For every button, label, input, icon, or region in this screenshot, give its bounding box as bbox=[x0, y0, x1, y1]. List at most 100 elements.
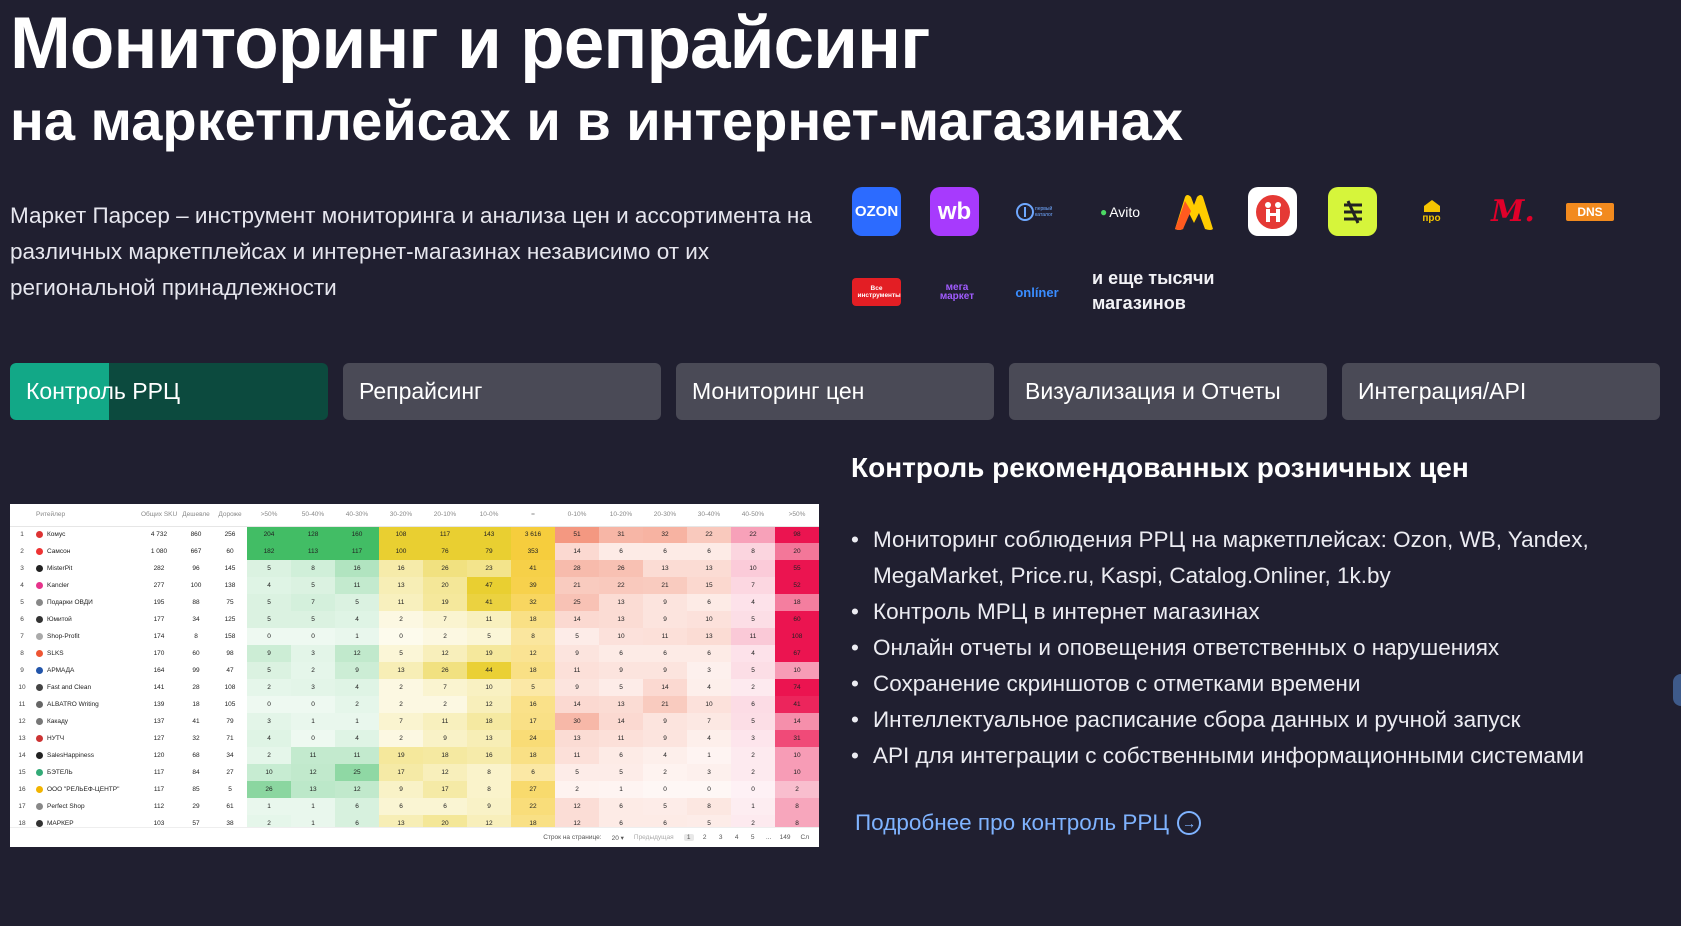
tab-repricing[interactable]: Репрайсинг bbox=[343, 363, 661, 420]
retailer-logo-icon bbox=[36, 531, 43, 539]
table-cell: 128 bbox=[291, 526, 335, 543]
rows-per-page-label: Строк на странице: bbox=[543, 834, 602, 841]
table-cell: 9 bbox=[247, 645, 291, 662]
table-row: 3 MisterPit 282 96 145 5 8 16 16 26 23 41 28 26 13 13 10… bbox=[10, 560, 819, 577]
table-cell: 61 bbox=[226, 803, 234, 810]
table-cell: 11 bbox=[291, 747, 335, 764]
table-cell: 1 bbox=[731, 798, 775, 815]
hero-title: Мониторинг и репрайсинг bbox=[10, 3, 930, 84]
table-cell: 17 bbox=[423, 781, 467, 798]
table-cell: 76 bbox=[423, 543, 467, 560]
table-cell: 13 bbox=[599, 696, 643, 713]
table-cell: 47 bbox=[226, 667, 234, 674]
table-cell: 5 bbox=[379, 645, 423, 662]
table-header-cell: 30-40% bbox=[687, 504, 731, 527]
retailer-logo-icon bbox=[36, 632, 43, 640]
table-cell: 25 bbox=[335, 764, 379, 781]
table-cell: 9 bbox=[643, 730, 687, 747]
table-cell: 85 bbox=[192, 786, 200, 793]
tab-rrc-control[interactable]: Контроль РРЦ bbox=[10, 363, 328, 420]
table-cell: 2 bbox=[379, 730, 423, 747]
table-row: 13 НУТЧ 127 32 71 4 0 4 2 9 13 24 13 11 9 4 3 31 bbox=[10, 730, 819, 747]
table-cell: 14 bbox=[555, 543, 599, 560]
scroll-to-top-button[interactable] bbox=[1673, 674, 1681, 706]
table-cell: 29 bbox=[192, 803, 200, 810]
tab-visualization-reports[interactable]: Визуализация и Отчеты bbox=[1009, 363, 1327, 420]
table-cell: 5 bbox=[555, 628, 599, 645]
retailer-name-cell: Юмитой bbox=[34, 611, 139, 628]
perviy-katalog-icon bbox=[1016, 202, 1034, 221]
lemana-pro-icon bbox=[1343, 199, 1362, 224]
table-cell: 98 bbox=[775, 526, 819, 543]
table-cell: 11 bbox=[335, 747, 379, 764]
table-cell: 20 bbox=[775, 543, 819, 560]
table-cell: 6 bbox=[20, 616, 24, 623]
more-about-rrc-link[interactable]: Подробнее про контроль РРЦ → bbox=[855, 810, 1202, 836]
table-cell: 23 bbox=[467, 560, 511, 577]
table-cell: 108 bbox=[775, 628, 819, 645]
table-cell: 14 bbox=[555, 696, 599, 713]
table-header-cell: Общих SKU bbox=[139, 504, 179, 527]
table-row: 8 SLKS 170 60 98 9 3 12 5 12 19 12 9 6 6 6 4 67 bbox=[10, 645, 819, 662]
table-cell: 10 bbox=[687, 696, 731, 713]
table-cell: 1 bbox=[20, 531, 24, 539]
table-cell: 10 bbox=[467, 679, 511, 696]
table-cell: 16 bbox=[511, 696, 555, 713]
table-header-cell: 10-20% bbox=[599, 504, 643, 527]
table-cell: 27 bbox=[226, 769, 234, 776]
retailer-name: Shop-Profit bbox=[47, 633, 80, 641]
table-cell: 282 bbox=[153, 565, 165, 572]
table-header-cell: 20-10% bbox=[423, 504, 467, 527]
table-row: 1 Комус 4 732 860 256 204 128 160 108 117 143 3 616… bbox=[10, 526, 819, 543]
table-header-cell: 40-30% bbox=[335, 504, 379, 527]
table-cell: 10 bbox=[687, 611, 731, 628]
table-cell: 3 bbox=[687, 764, 731, 781]
table-cell: 16 bbox=[335, 560, 379, 577]
table-cell: 145 bbox=[224, 565, 236, 572]
feature-tabs: Контроль РРЦ Репрайсинг Мониторинг цен В… bbox=[10, 363, 1670, 420]
retailer-logo-icon bbox=[36, 700, 43, 708]
table-row: 4 Kancler 277 100 138 4 5 11 13 20 47 39 21 22 21 15 7 52 bbox=[10, 577, 819, 594]
table-cell: 5 bbox=[228, 786, 232, 793]
table-cell: 1 bbox=[599, 781, 643, 798]
table-cell: 164 bbox=[153, 667, 165, 674]
retailer-name-cell: Какаду bbox=[34, 713, 139, 730]
table-cell: 71 bbox=[226, 735, 234, 742]
table-cell: 22 bbox=[511, 798, 555, 815]
table-cell: 11 bbox=[423, 713, 467, 730]
table-cell: 105 bbox=[224, 701, 236, 708]
onliner-logo: onlíner bbox=[1015, 284, 1059, 300]
arrow-right-circle-icon: → bbox=[1177, 811, 1202, 835]
table-cell: 7 bbox=[291, 594, 335, 611]
table-cell: 11 bbox=[335, 577, 379, 594]
table-cell: 8 bbox=[731, 543, 775, 560]
tab-integration-api[interactable]: Интеграция/API bbox=[1342, 363, 1660, 420]
table-header-cell: 50-40% bbox=[291, 504, 335, 527]
table-cell: 26 bbox=[423, 560, 467, 577]
tab-price-monitoring[interactable]: Мониторинг цен bbox=[676, 363, 994, 420]
table-cell: 12 bbox=[335, 645, 379, 662]
pro-logo: про bbox=[1407, 187, 1456, 236]
table-cell: 10 bbox=[731, 560, 775, 577]
table-cell: 5 bbox=[291, 611, 335, 628]
retailer-name: АРМАДА bbox=[47, 667, 75, 675]
bullet-item: API для интеграции с собственными информ… bbox=[851, 738, 1651, 774]
table-row: 16 ООО "РЕЛЬЕФ-ЦЕНТР" 117 85 5 26 13 12 9 17 8 27 2 1… bbox=[10, 781, 819, 798]
table-cell: 2 bbox=[731, 764, 775, 781]
retailer-logo-icon bbox=[36, 547, 43, 555]
table-header-cell: 30-20% bbox=[379, 504, 423, 527]
table-cell: 0 bbox=[247, 696, 291, 713]
page-numbers: 1 2 3 4 5... 149 bbox=[683, 834, 791, 841]
table-cell: 28 bbox=[192, 684, 200, 691]
table-cell: 0 bbox=[247, 628, 291, 645]
table-cell: 6 bbox=[599, 798, 643, 815]
retailer-logo-icon bbox=[36, 683, 43, 691]
table-cell: 2 bbox=[291, 662, 335, 679]
table-row: 12 Какаду 137 41 79 3 1 1 7 11 18 17 30 14 9 7 5 14 bbox=[10, 713, 819, 730]
table-cell: 5 bbox=[467, 628, 511, 645]
table-row: 14 SalesHappiness 120 68 34 2 11 11 19 18 16 18 11 6 4… bbox=[10, 747, 819, 764]
table-cell: 8 bbox=[775, 798, 819, 815]
table-cell: 9 bbox=[335, 662, 379, 679]
retailer-logo-icon bbox=[36, 564, 43, 572]
table-cell: 4 bbox=[247, 730, 291, 747]
